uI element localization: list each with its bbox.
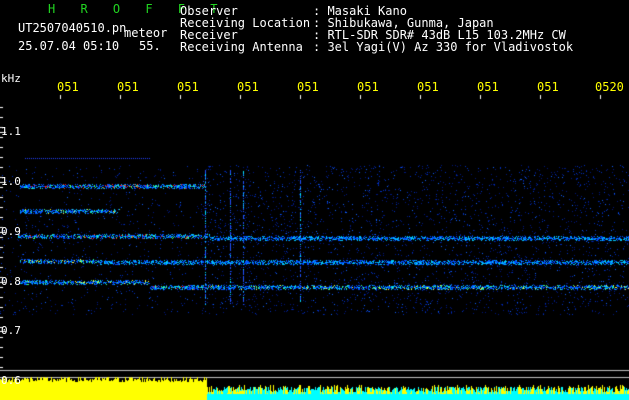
y-tick-label: 0.7 — [1, 324, 21, 337]
x-tick-label: 051 — [177, 80, 199, 94]
y-unit-label: kHz — [1, 72, 21, 85]
y-tick-label: 1.0 — [1, 175, 21, 188]
hrofft-window: H R O F F T UT2507040510.pn meteor 25.07… — [0, 0, 629, 400]
x-tick-label: 051 — [117, 80, 139, 94]
y-tick-label: 1.1 — [1, 125, 21, 138]
count-value: 55. — [139, 39, 161, 53]
file-name: UT2507040510.pn — [18, 21, 127, 35]
field-value-antenna: : 3el Yagi(V) Az 330 for Vladivostok — [313, 40, 574, 54]
x-tick-label: 0520 — [595, 80, 624, 94]
date-time: 25.07.04 05:10 — [18, 39, 120, 53]
x-tick-label: 051 — [417, 80, 439, 94]
x-tick-label: 051 — [537, 80, 559, 94]
x-tick-label: 051 — [237, 80, 259, 94]
y-tick-label: 0.8 — [1, 275, 21, 288]
x-tick-label: 051 — [477, 80, 499, 94]
spectrogram-canvas — [0, 0, 629, 400]
x-tick-label: 051 — [297, 80, 319, 94]
x-tick-label: 051 — [57, 80, 79, 94]
y-tick-label: 0.9 — [1, 225, 21, 238]
field-label-antenna: Receiving Antenna — [180, 40, 303, 54]
file-suffix: meteor — [124, 26, 168, 40]
x-tick-label: 051 — [357, 80, 379, 94]
y-tick-label: 0.6 — [1, 374, 21, 387]
